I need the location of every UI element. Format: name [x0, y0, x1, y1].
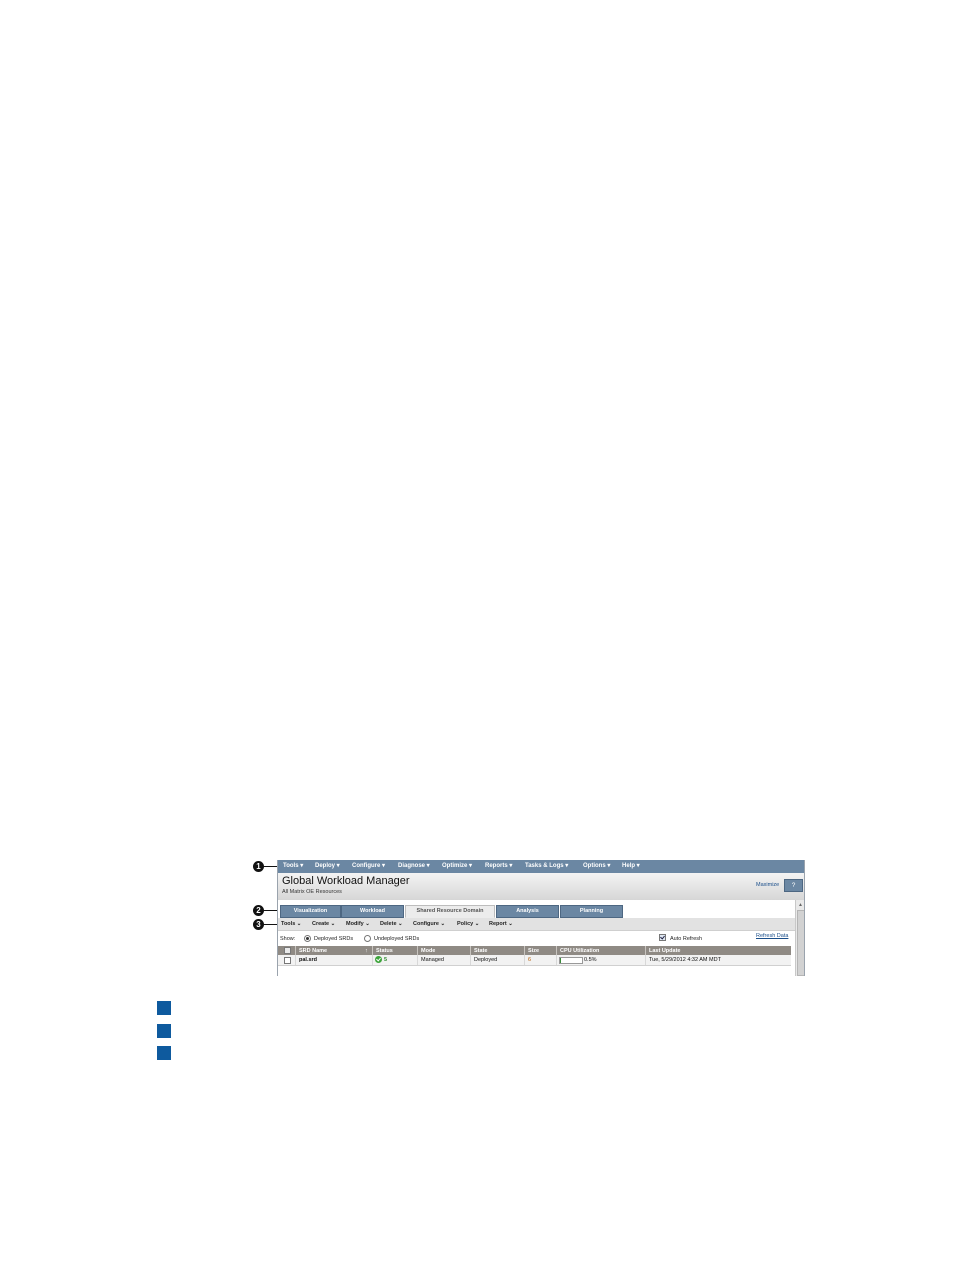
menubar: Tools ▾ Deploy ▾ Configure ▾ Diagnose ▾ …: [278, 860, 804, 874]
menu-diagnose[interactable]: Diagnose ▾: [398, 862, 430, 869]
column-divider: [295, 946, 296, 955]
auto-refresh-checkbox[interactable]: [659, 934, 666, 941]
show-filter-row: Show: Deployed SRDs Undeployed SRDs Auto…: [278, 931, 795, 945]
legend-square-1: [157, 1001, 171, 1015]
srd-name-cell[interactable]: pal.srd: [299, 957, 317, 963]
col-size[interactable]: Size: [528, 948, 539, 954]
cell-divider: [645, 955, 646, 965]
tab-planning[interactable]: Planning: [560, 905, 623, 918]
toolbar-modify[interactable]: Modify ⌄: [346, 921, 370, 927]
cell-divider: [295, 955, 296, 965]
toolbar-tools[interactable]: Tools ⌄: [281, 921, 301, 927]
gwlm-screenshot: Tools ▾ Deploy ▾ Configure ▾ Diagnose ▾ …: [277, 860, 805, 976]
tab-visualization[interactable]: Visualization: [280, 905, 341, 918]
help-button[interactable]: ?: [784, 879, 803, 892]
toolbar-create[interactable]: Create ⌄: [312, 921, 335, 927]
legend-square-3: [157, 1046, 171, 1060]
toolbar-delete[interactable]: Delete ⌄: [380, 921, 403, 927]
col-last-update[interactable]: Last Update: [649, 948, 680, 954]
table-header: SRD Name ↑ Status Mode State Size CPU Ut…: [278, 946, 791, 955]
column-divider: [556, 946, 557, 955]
column-divider: [470, 946, 471, 955]
column-divider: [524, 946, 525, 955]
last-update-cell: Tue, 5/29/2012 4:32 AM MDT: [649, 957, 721, 963]
cell-divider: [556, 955, 557, 965]
callout-1: 1: [253, 861, 264, 872]
toolbar-report[interactable]: Report ⌄: [489, 921, 513, 927]
menu-reports[interactable]: Reports ▾: [485, 862, 512, 869]
callout-2: 2: [253, 905, 264, 916]
page-title: Global Workload Manager: [282, 875, 410, 887]
col-state[interactable]: State: [474, 948, 487, 954]
deployed-srds-label: Deployed SRDs: [314, 936, 354, 942]
vertical-scrollbar[interactable]: ▲: [795, 900, 804, 976]
undeployed-srds-label: Undeployed SRDs: [374, 936, 420, 942]
callout-3-leader: [264, 924, 278, 925]
legend-square-2: [157, 1024, 171, 1038]
toolbar-configure[interactable]: Configure ⌄: [413, 921, 445, 927]
select-all-checkbox[interactable]: [284, 947, 291, 954]
toolbar-policy[interactable]: Policy ⌄: [457, 921, 479, 927]
title-bar: Global Workload Manager All Matrix OE Re…: [278, 873, 804, 900]
menu-configure[interactable]: Configure ▾: [352, 862, 385, 869]
status-ok-icon: [375, 956, 382, 963]
deployed-srds-radio[interactable]: [304, 935, 311, 942]
size-cell: 6: [528, 957, 532, 963]
refresh-data-link[interactable]: Refresh Data: [756, 933, 788, 939]
auto-refresh-label: Auto Refresh: [670, 936, 703, 942]
cell-divider: [524, 955, 525, 965]
srd-toolbar: Tools ⌄ Create ⌄ Modify ⌄ Delete ⌄ Confi…: [278, 918, 795, 931]
menu-optimize[interactable]: Optimize ▾: [442, 862, 472, 869]
page-subtitle: All Matrix OE Resources: [282, 889, 342, 895]
cpu-utilization-value: 0.5%: [584, 957, 597, 963]
tab-analysis[interactable]: Analysis: [496, 905, 559, 918]
menu-deploy[interactable]: Deploy ▾: [315, 862, 340, 869]
menu-tools[interactable]: Tools ▾: [283, 862, 303, 869]
cell-divider: [372, 955, 373, 965]
tab-workload[interactable]: Workload: [341, 905, 404, 918]
state-cell: Deployed: [474, 957, 498, 963]
menu-options[interactable]: Options ▾: [583, 862, 610, 869]
menu-help[interactable]: Help ▾: [622, 862, 640, 869]
maximize-link[interactable]: Maximize: [756, 882, 779, 888]
row-select-checkbox[interactable]: [284, 957, 291, 964]
column-divider: [417, 946, 418, 955]
undeployed-srds-radio[interactable]: [364, 935, 371, 942]
cpu-utilization-bar: [559, 957, 583, 964]
scrollbar-thumb[interactable]: [797, 910, 804, 976]
cell-divider: [470, 955, 471, 965]
status-count: 5: [384, 957, 388, 963]
tab-shared-resource-domain[interactable]: Shared Resource Domain: [405, 905, 495, 918]
col-srd-name[interactable]: SRD Name: [299, 948, 327, 954]
column-divider: [645, 946, 646, 955]
callout-3: 3: [253, 919, 264, 930]
column-divider: [372, 946, 373, 955]
tab-strip: Visualization Workload Shared Resource D…: [278, 900, 795, 918]
menu-tasks-logs[interactable]: Tasks & Logs ▾: [525, 862, 568, 869]
cell-divider: [417, 955, 418, 965]
col-cpu-utilization[interactable]: CPU Utilization: [560, 948, 599, 954]
col-status[interactable]: Status: [376, 948, 393, 954]
mode-cell: Managed: [421, 957, 444, 963]
sort-ascending-icon[interactable]: ↑: [365, 948, 368, 954]
col-mode[interactable]: Mode: [421, 948, 435, 954]
show-label: Show:: [280, 936, 296, 942]
table-row[interactable]: pal.srd 5 Managed Deployed 6 0.5% Tue, 5…: [278, 955, 791, 966]
scroll-up-icon[interactable]: ▲: [798, 903, 803, 908]
